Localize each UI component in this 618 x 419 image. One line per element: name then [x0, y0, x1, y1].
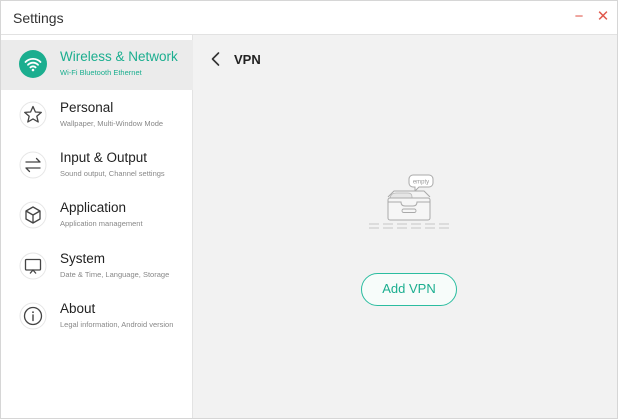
star-icon [19, 101, 47, 129]
empty-tag-text: empty [413, 180, 429, 186]
sidebar-item-label: System [60, 251, 106, 266]
window-title: Settings [13, 10, 64, 26]
cube-icon [19, 201, 47, 229]
sidebar-item-label: Wireless & Network [60, 49, 178, 64]
sidebar-item-application[interactable]: Application Application management [1, 191, 193, 241]
sidebar-item-system[interactable]: System Date & Time, Language, Storage [1, 242, 193, 292]
wifi-icon [19, 50, 47, 78]
sidebar-item-personal[interactable]: Personal Wallpaper, Multi-Window Mode [1, 91, 193, 141]
arrows-swap-icon [19, 151, 47, 179]
sidebar-item-subtitle: Wallpaper, Multi-Window Mode [60, 119, 164, 128]
page-title: VPN [234, 52, 261, 67]
sidebar-item-subtitle: Application management [60, 219, 143, 228]
info-icon [19, 302, 47, 330]
back-chevron-icon[interactable] [207, 50, 225, 68]
sidebar-item-label: About [60, 301, 96, 316]
sidebar-item-input-output[interactable]: Input & Output Sound output, Channel set… [1, 141, 193, 191]
monitor-icon [19, 252, 47, 280]
vpn-panel: VPN empty Add VPN [193, 35, 617, 418]
sidebar-item-subtitle: Sound output, Channel settings [60, 169, 165, 178]
sidebar-item-subtitle: Wi-Fi Bluetooth Ethernet [60, 68, 142, 77]
sidebar: Wireless & Network Wi-Fi Bluetooth Ether… [1, 35, 193, 418]
minimize-button[interactable]: − [570, 7, 588, 27]
close-button[interactable]: ✕ [594, 7, 612, 27]
empty-state-illustration: empty [361, 171, 457, 237]
sidebar-item-about[interactable]: About Legal information, Android version [1, 292, 193, 342]
sidebar-item-subtitle: Date & Time, Language, Storage [60, 270, 170, 279]
sidebar-item-subtitle: Legal information, Android version [60, 320, 174, 329]
sidebar-item-label: Input & Output [60, 150, 148, 165]
sidebar-item-label: Personal [60, 100, 114, 115]
add-vpn-button[interactable]: Add VPN [361, 273, 457, 306]
sidebar-item-wireless-network[interactable]: Wireless & Network Wi-Fi Bluetooth Ether… [1, 40, 193, 90]
sidebar-item-label: Application [60, 200, 127, 215]
settings-window: Settings − ✕ Wireless & Network Wi-Fi Bl… [0, 0, 618, 419]
title-bar: Settings − ✕ [1, 1, 617, 35]
